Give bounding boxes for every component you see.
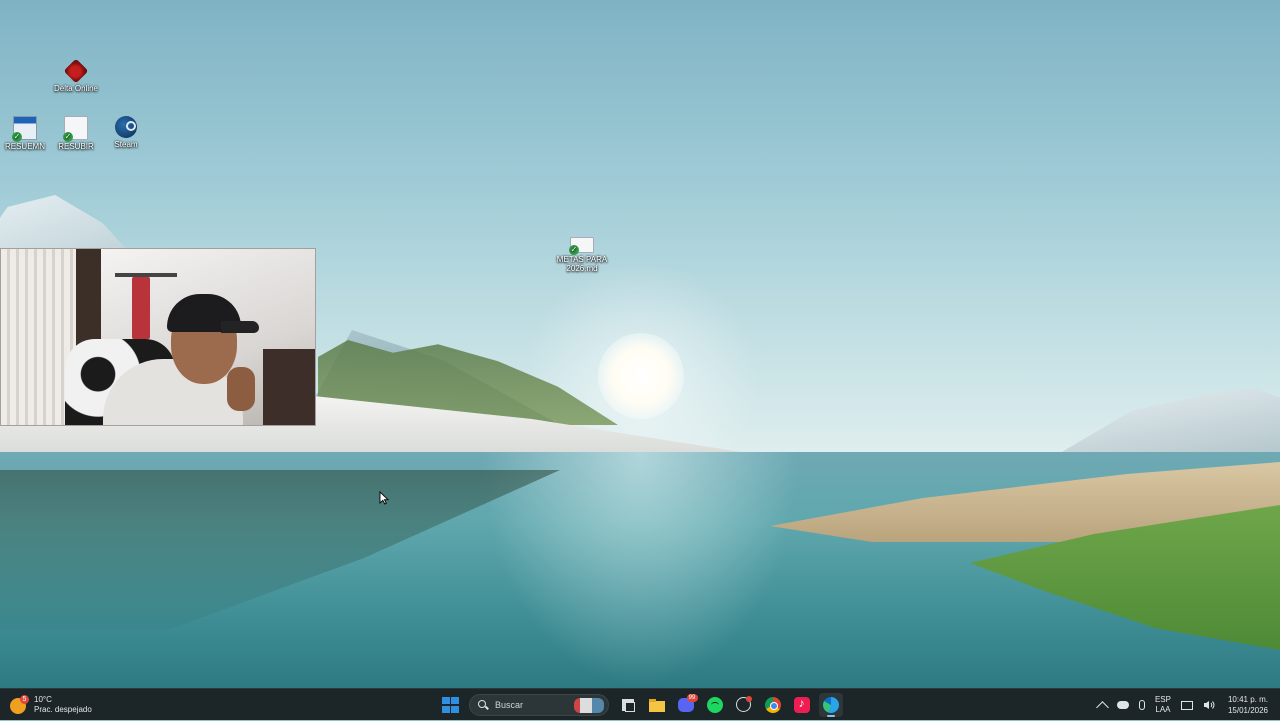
weather-condition: Prac. despejado <box>34 705 92 714</box>
desktop-icon-label: RESUBIR <box>58 142 94 151</box>
system-tray: ESP LAA 10:41 p. m. 15/01/2026 <box>1093 689 1280 721</box>
search-placeholder: Buscar <box>495 700 524 710</box>
speaker-icon[interactable] <box>1203 700 1215 710</box>
spotify-icon[interactable] <box>703 693 727 717</box>
weather-sun-icon: 5 <box>10 695 30 715</box>
weather-badge: 5 <box>20 695 29 704</box>
desktop-icon-delta-online[interactable]: Delta Online <box>46 58 106 93</box>
text-file-icon <box>63 116 88 142</box>
wallpaper-sun <box>598 333 684 419</box>
weather-widget[interactable]: 5 10°C Prac. despejado <box>10 693 92 717</box>
webcam-towel <box>132 277 150 339</box>
microphone-icon[interactable] <box>1138 700 1145 710</box>
wallpaper-lake-light <box>480 452 800 688</box>
webcam-shelf <box>263 349 315 425</box>
search-highlight-icon <box>574 698 604 713</box>
taskbar-search[interactable]: Buscar <box>469 694 609 716</box>
discord-icon[interactable] <box>674 693 698 717</box>
language-indicator[interactable]: ESP LAA <box>1155 695 1171 715</box>
desktop-icon-label: Steam <box>114 140 138 149</box>
markdown-file-icon <box>569 237 594 255</box>
search-icon <box>478 700 488 710</box>
chevron-up-icon[interactable] <box>1096 700 1109 714</box>
onedrive-icon[interactable] <box>1116 701 1129 709</box>
chrome-icon[interactable] <box>761 693 785 717</box>
clock-datetime[interactable]: 10:41 p. m. 15/01/2026 <box>1228 694 1268 716</box>
edge-icon[interactable] <box>818 693 843 717</box>
desktop-icon-label: METAS PARA 2026.md <box>556 255 608 273</box>
weather-temperature: 10°C <box>34 695 52 704</box>
webcam-overlay <box>0 248 316 426</box>
language-code: ESP <box>1154 695 1171 704</box>
webcam-person-hand <box>227 367 255 411</box>
desktop-icon-metas-para-2026[interactable]: METAS PARA 2026.md <box>552 237 612 273</box>
steam-icon <box>115 116 137 138</box>
keyboard-layout: LAA <box>1155 705 1171 714</box>
taskbar: 5 10°C Prac. despejado Buscar ESP LAA <box>0 688 1280 720</box>
desktop-icon-label: Delta Online <box>53 84 99 93</box>
desktop-icon-label: RESUEMN <box>4 142 45 151</box>
spreadsheet-file-icon <box>12 116 37 142</box>
desktop-icon-steam[interactable]: Steam <box>96 116 156 149</box>
folder-icon[interactable] <box>644 693 669 717</box>
webcam-person-cap-brim <box>221 321 259 333</box>
network-icon[interactable] <box>1180 700 1193 710</box>
task-view-icon[interactable] <box>615 693 640 717</box>
taskbar-center: Buscar <box>436 689 845 721</box>
delta-online-icon <box>63 58 89 84</box>
windows-start-icon[interactable] <box>439 693 463 717</box>
clock-icon[interactable] <box>732 693 756 717</box>
tiktok-icon[interactable] <box>790 693 814 717</box>
clock-time: 10:41 p. m. <box>1227 695 1268 704</box>
clock-date: 15/01/2026 <box>1227 706 1268 715</box>
